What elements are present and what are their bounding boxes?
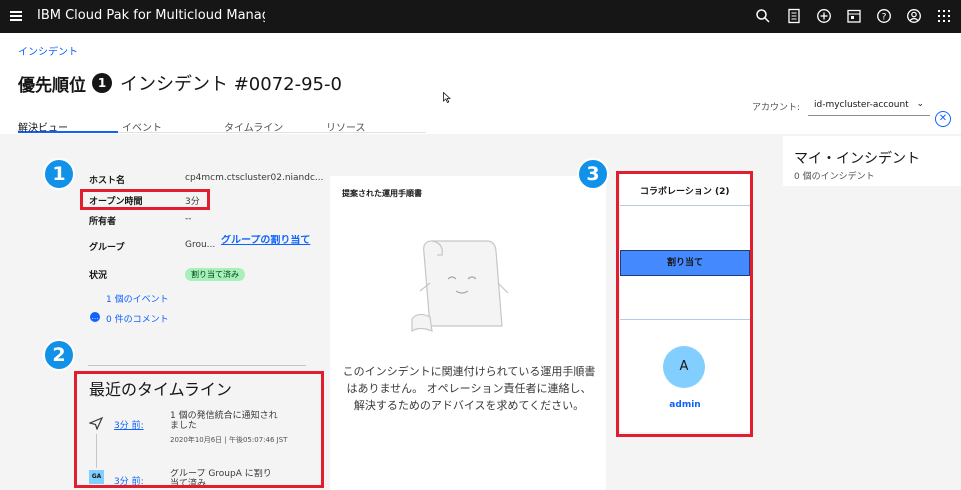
my-incidents-title: マイ・インシデント: [794, 151, 920, 167]
menu-icon[interactable]: [10, 9, 22, 23]
mouse-cursor-icon: [443, 92, 451, 103]
help-icon[interactable]: ?: [876, 8, 892, 24]
page-title: 優先順位 1 インシデント #0072-95-0: [18, 70, 342, 96]
svg-text:?: ?: [882, 13, 887, 23]
events-link[interactable]: 1 個のイベント: [106, 292, 169, 305]
account-label: アカウント:: [752, 103, 801, 113]
group-value: Grou...: [185, 240, 216, 250]
runbook-empty-message: このインシデントに関連付けられている運用手順書はありません。 オペレーション責任…: [342, 365, 596, 412]
tab-timeline[interactable]: タイムライン: [224, 119, 283, 134]
account-value: id-mycluster-account: [814, 100, 909, 110]
tab-resources[interactable]: リソース: [326, 119, 366, 134]
incident-title: インシデント #0072-95-0: [120, 74, 342, 95]
highlight-open-time-box: [80, 189, 210, 210]
user-icon[interactable]: [906, 8, 922, 24]
my-incidents-panel[interactable]: マイ・インシデント 0 個のインシデント: [783, 136, 961, 186]
close-icon[interactable]: ✕: [935, 111, 951, 127]
priority-badge: 1: [92, 73, 112, 93]
marker-1: 1: [43, 158, 75, 190]
assign-group-link[interactable]: グループの割り当て: [221, 235, 311, 247]
host-label: ホスト名: [89, 176, 126, 186]
app-title: IBM Cloud Pak for Multicloud Management: [37, 8, 265, 23]
add-icon[interactable]: [816, 8, 832, 24]
tab-bar: 解決ビュー イベント タイムライン リソース: [18, 118, 426, 134]
account-select[interactable]: id-mycluster-account ⌄: [808, 96, 930, 116]
status-badge: 割り当て済み: [185, 268, 245, 281]
calendar-icon[interactable]: [846, 8, 862, 24]
highlight-timeline-box: [74, 371, 324, 488]
chevron-down-icon: ⌄: [916, 99, 924, 109]
search-icon[interactable]: [755, 8, 771, 24]
marker-3: 3: [577, 158, 609, 190]
owner-value: --: [185, 214, 192, 224]
runbook-title: 提案された運用手順書: [342, 189, 422, 198]
empty-runbook-illustration-icon: [411, 240, 509, 333]
my-incidents-count: 0 個のインシデント: [794, 172, 875, 182]
section-divider: [88, 365, 306, 366]
top-navigation-bar: IBM Cloud Pak for Multicloud Management …: [0, 0, 961, 33]
status-label: 状況: [89, 271, 108, 281]
priority-label: 優先順位: [18, 75, 86, 96]
suggested-runbook-panel: 提案された運用手順書 このインシデントに関連付けられている運用手順書はありません…: [330, 176, 606, 490]
comment-icon: …: [90, 312, 100, 322]
marker-2: 2: [43, 339, 75, 371]
apps-icon[interactable]: [936, 8, 952, 24]
document-icon[interactable]: [786, 8, 802, 24]
highlight-collaboration-box: [616, 171, 753, 437]
owner-label: 所有者: [89, 217, 117, 227]
tab-resolution-view[interactable]: 解決ビュー: [18, 119, 118, 134]
group-label: グループ: [89, 243, 125, 253]
breadcrumb[interactable]: インシデント: [18, 43, 78, 58]
host-value: cp4mcm.ctscluster02.niandc...: [185, 173, 324, 183]
tab-events[interactable]: イベント: [122, 119, 162, 134]
comments-link[interactable]: 0 件のコメント: [106, 312, 169, 325]
